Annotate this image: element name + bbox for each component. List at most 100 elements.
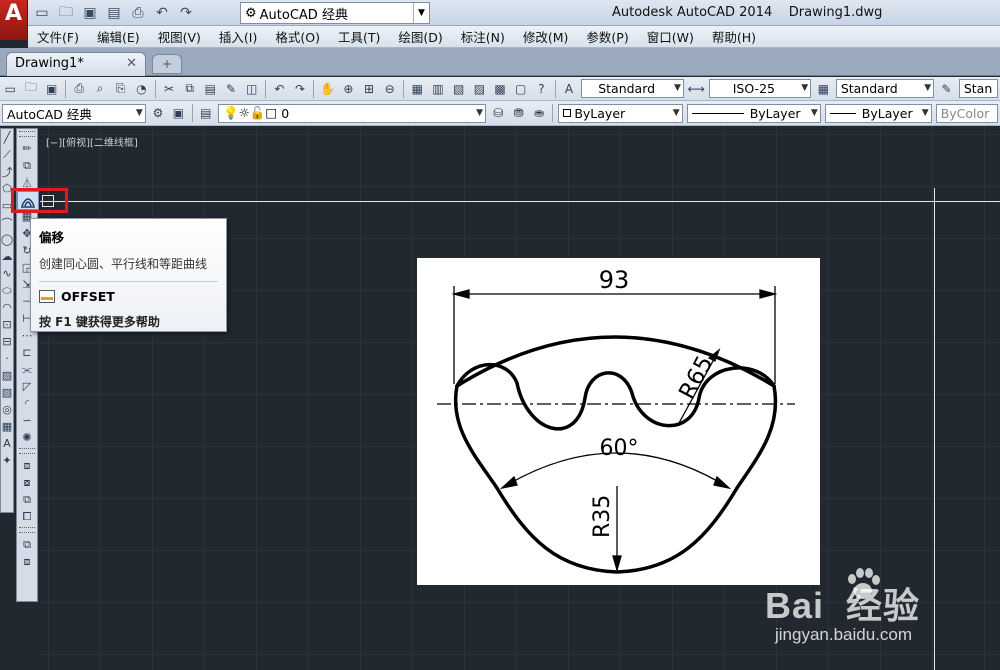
dim-style-select[interactable]: ISO-25 ▼ [708, 79, 812, 98]
redo-icon[interactable]: ↷ [291, 79, 310, 98]
zoom-realtime-icon[interactable]: ⊕ [339, 79, 358, 98]
reference-drawing-image[interactable]: 93 R65 60° R35 [417, 258, 820, 585]
table-style-select[interactable]: Standard ▼ [835, 79, 935, 98]
blend-curves-icon[interactable]: ∽ [18, 412, 36, 429]
fillet-icon[interactable]: ◜ [18, 395, 36, 412]
revision-cloud-icon[interactable]: ☁ [1, 248, 13, 265]
toolbar-grip[interactable] [19, 131, 35, 137]
plot-icon[interactable]: ⎙ [70, 79, 89, 98]
text-style-select[interactable]: Standard ▼ [581, 79, 684, 98]
paste-icon[interactable]: ▤ [201, 79, 220, 98]
menu-tools[interactable]: 工具(T) [329, 27, 389, 46]
lineweight-select[interactable]: ByLayer ▼ [824, 103, 932, 123]
menu-window[interactable]: 窗口(W) [638, 27, 703, 46]
plot-preview-icon[interactable]: ⌕ [91, 79, 110, 98]
point-icon[interactable]: · [1, 350, 13, 367]
calculator-icon[interactable]: ▢ [511, 79, 530, 98]
dim-style-icon[interactable]: ⟷ [687, 79, 706, 98]
zoom-window-icon[interactable]: ⊞ [360, 79, 379, 98]
ellipse-arc-icon[interactable]: ◠ [1, 299, 13, 316]
new-icon[interactable]: ▭ [1, 79, 20, 98]
save-icon[interactable]: ▣ [80, 3, 100, 23]
spline-icon[interactable]: ∿ [1, 265, 13, 282]
viewport-controls[interactable]: [−][俯视][二维线框] [46, 134, 138, 149]
match-properties-icon[interactable]: ✎ [222, 79, 241, 98]
color-select[interactable]: ByLayer ▼ [558, 103, 683, 123]
layer-select[interactable]: 💡☼🔓□ 0 ▼ [218, 103, 487, 123]
undo-icon[interactable]: ↶ [270, 79, 289, 98]
hatch-back-icon[interactable]: ⧈ [18, 553, 36, 570]
3d-print-icon[interactable]: ◔ [132, 79, 151, 98]
polyline-icon[interactable]: ⤴ [1, 163, 13, 180]
plot-style-select[interactable]: ByColor [935, 103, 998, 123]
tool-palettes-icon[interactable]: ▧ [449, 79, 468, 98]
mtext-icon[interactable]: A [1, 435, 13, 452]
sheet-set-icon[interactable]: ▨ [470, 79, 489, 98]
add-selected-icon[interactable]: ✦ [1, 452, 13, 469]
cut-icon[interactable]: ✂ [160, 79, 179, 98]
hatch-icon[interactable]: ▨ [1, 367, 13, 384]
tab-drawing1[interactable]: Drawing1* ✕ [6, 52, 146, 76]
open-icon[interactable]: 🗀 [22, 79, 41, 98]
markup-icon[interactable]: ▩ [491, 79, 510, 98]
table-style-icon[interactable]: ▦ [814, 79, 833, 98]
block-editor-icon[interactable]: ◫ [242, 79, 261, 98]
save-as-icon[interactable]: ▤ [104, 3, 124, 23]
menu-modify[interactable]: 修改(M) [514, 27, 578, 46]
properties-icon[interactable]: ▦ [408, 79, 427, 98]
make-block-icon[interactable]: ⊟ [1, 333, 13, 350]
make-current-layer-icon[interactable]: ⛁ [489, 104, 507, 123]
multileader-style-icon[interactable]: ✎ [937, 79, 956, 98]
copy-icon[interactable]: ⧉ [180, 79, 199, 98]
draw-order-above-icon[interactable]: ⧉ [18, 491, 36, 508]
break-icon[interactable]: ⊏ [18, 344, 36, 361]
menu-dimension[interactable]: 标注(N) [452, 27, 514, 46]
region-icon[interactable]: ◎ [1, 401, 13, 418]
redo-icon[interactable]: ↷ [176, 3, 196, 23]
close-icon[interactable]: ✕ [126, 53, 137, 75]
draw-order-front-icon[interactable]: ⧈ [18, 457, 36, 474]
multileader-style-select[interactable]: Stan [958, 79, 999, 98]
text-style-icon[interactable]: A [560, 79, 579, 98]
construction-line-icon[interactable]: ⟋ [1, 146, 13, 163]
publish-icon[interactable]: ⎘ [111, 79, 130, 98]
open-folder-icon[interactable]: 🗀 [56, 3, 76, 23]
save-icon[interactable]: ▣ [42, 79, 61, 98]
design-center-icon[interactable]: ▥ [429, 79, 448, 98]
ellipse-icon[interactable]: ⬭ [1, 282, 13, 299]
toolbar-grip[interactable] [19, 448, 35, 454]
menu-insert[interactable]: 插入(I) [210, 27, 266, 46]
gradient-icon[interactable]: ▧ [1, 384, 13, 401]
new-tab-button[interactable]: + [152, 54, 182, 74]
draw-order-back-icon[interactable]: ⧇ [18, 474, 36, 491]
linetype-select[interactable]: ByLayer ▼ [686, 103, 821, 123]
print-icon[interactable]: ⎙ [128, 3, 148, 23]
circle-icon[interactable]: ◯ [1, 231, 13, 248]
menu-view[interactable]: 视图(V) [149, 27, 210, 46]
toolbar-grip[interactable] [19, 527, 35, 533]
arc-icon[interactable]: ⌒ [1, 214, 13, 231]
gear-icon[interactable]: ⚙ [149, 104, 167, 123]
undo-icon[interactable]: ↶ [152, 3, 172, 23]
menu-file[interactable]: 文件(F) [28, 27, 88, 46]
workspace-settings-icon[interactable]: ▣ [169, 104, 187, 123]
workspace-select[interactable]: ⚙ AutoCAD 经典 ▼ [240, 2, 430, 24]
join-icon[interactable]: ⫘ [18, 361, 36, 378]
menu-parametric[interactable]: 参数(P) [577, 27, 637, 46]
draw-order-under-icon[interactable]: ⧠ [18, 508, 36, 525]
menu-help[interactable]: 帮助(H) [703, 27, 765, 46]
text-front-icon[interactable]: ⧉ [18, 536, 36, 553]
application-menu-button[interactable]: A [0, 0, 28, 40]
layer-properties-icon[interactable]: ▤ [197, 104, 215, 123]
menu-draw[interactable]: 绘图(D) [389, 27, 451, 46]
menu-edit[interactable]: 编辑(E) [88, 27, 149, 46]
copy-icon[interactable]: ⧉ [18, 157, 36, 174]
new-file-icon[interactable]: ▭ [32, 3, 52, 23]
explode-icon[interactable]: ✺ [18, 429, 36, 446]
erase-icon[interactable]: ✏ [18, 140, 36, 157]
layer-state-icon[interactable]: ⛂ [530, 104, 548, 123]
workspace-combo[interactable]: AutoCAD 经典 ▼ [2, 103, 146, 123]
help-icon[interactable]: ? [532, 79, 551, 98]
line-icon[interactable]: ╱ [1, 129, 13, 146]
layer-previous-icon[interactable]: ⛃ [509, 104, 527, 123]
